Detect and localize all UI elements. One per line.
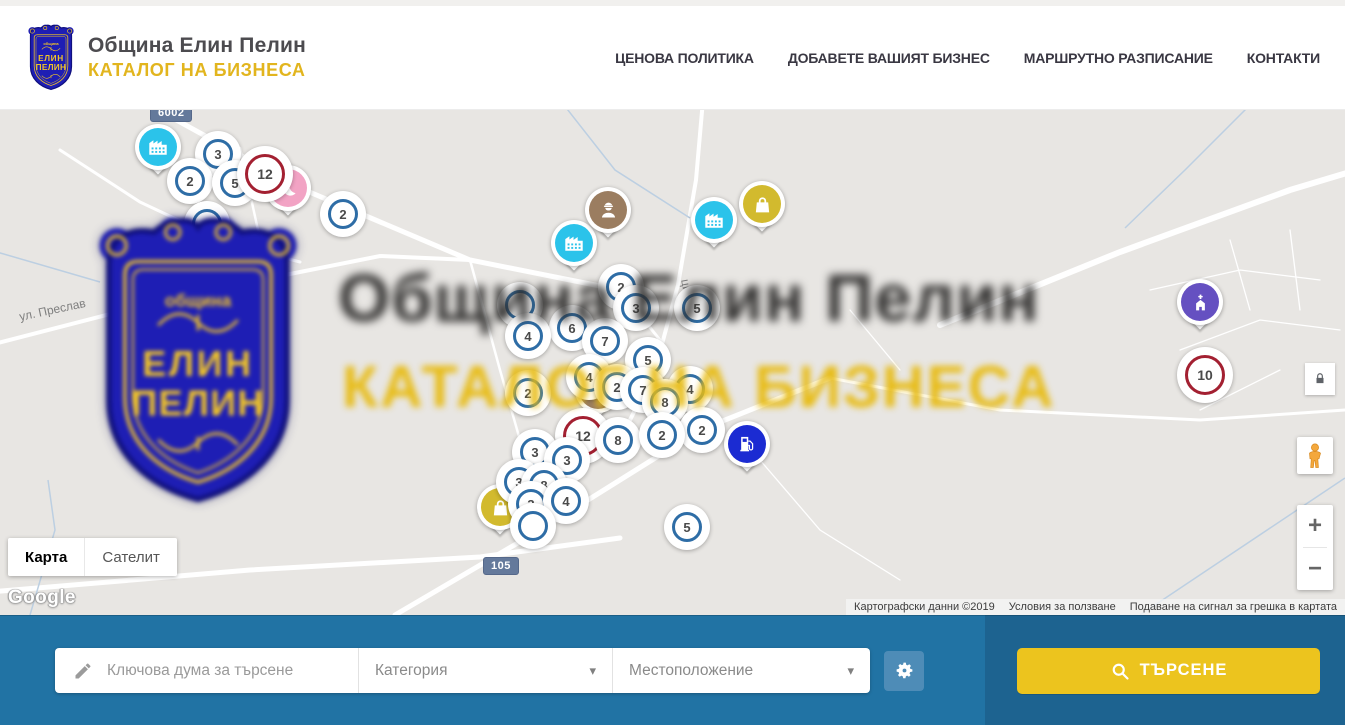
road-badge: 6002 — [150, 110, 192, 122]
zoom-out-button[interactable]: − — [1297, 548, 1333, 590]
search-button-label: ТЪРСЕНЕ — [1140, 661, 1228, 680]
map-pin-fuel[interactable] — [724, 421, 770, 483]
search-icon — [1110, 661, 1130, 681]
svg-text:ПЕЛИН: ПЕЛИН — [36, 63, 67, 72]
factory-icon — [703, 209, 725, 231]
site-subtitle: КАТАЛОГ НА БИЗНЕСА — [88, 60, 306, 81]
pegman-icon — [1305, 443, 1325, 469]
map-cluster-marker[interactable]: 2 — [505, 370, 551, 416]
nav-add-your-business[interactable]: ДОБАВЕТЕ ВАШИЯТ БИЗНЕС — [788, 50, 990, 66]
google-logo[interactable]: Google — [8, 587, 76, 609]
worker-icon — [598, 200, 619, 221]
map-type-control: Карта Сателит — [8, 538, 177, 576]
map-type-satellite-button[interactable]: Сателит — [84, 538, 177, 576]
lock-icon — [1313, 371, 1327, 387]
logo-text: Община Елин Пелин КАТАЛОГ НА БИЗНЕСА — [88, 34, 306, 81]
map-cluster-marker[interactable]: 12 — [237, 146, 293, 202]
map-cluster-marker[interactable] — [510, 503, 556, 549]
attribution-terms-link[interactable]: Условия за ползване — [1009, 601, 1116, 613]
site-logo[interactable]: община ЕЛИН ПЕЛИН Община Елин Пелин КАТА… — [25, 23, 306, 92]
map-pin-church[interactable] — [1177, 279, 1223, 341]
fuel-pump-icon — [737, 434, 757, 454]
map-cluster-marker[interactable]: 5 — [674, 285, 720, 331]
map-canvas[interactable]: община ЕЛИН ПЕЛИН Община Елин Пелин КАТА… — [0, 110, 1345, 615]
municipality-emblem-icon: община ЕЛИН ПЕЛИН — [25, 23, 77, 92]
map-pin-bag[interactable] — [739, 181, 785, 243]
map-cluster-marker[interactable]: 8 — [595, 417, 641, 463]
search-bar: Категория ▾ Местоположение ▾ ТЪРСЕНЕ — [0, 615, 1345, 725]
map-cluster-marker[interactable]: 10 — [1177, 347, 1233, 403]
zoom-in-button[interactable]: + — [1297, 505, 1333, 547]
nav-contacts[interactable]: КОНТАКТИ — [1247, 50, 1320, 66]
map-cluster-marker[interactable]: 4 — [505, 313, 551, 359]
factory-icon — [563, 232, 585, 254]
category-value: Категория — [375, 662, 447, 680]
map-pin-factory[interactable] — [691, 197, 737, 259]
nav-route-schedule[interactable]: МАРШРУТНО РАЗПИСАНИЕ — [1024, 50, 1213, 66]
category-select[interactable]: Категория ▾ — [358, 648, 612, 693]
shopping-bag-icon — [752, 194, 773, 215]
map-pin-worker[interactable] — [585, 187, 631, 249]
site-title: Община Елин Пелин — [88, 34, 306, 58]
search-bar-fields-area: Категория ▾ Местоположение ▾ — [0, 615, 985, 725]
location-value: Местоположение — [629, 662, 753, 680]
zoom-control: + − — [1297, 505, 1333, 590]
map-cluster-marker[interactable]: 2 — [679, 407, 725, 453]
church-icon — [1190, 292, 1211, 313]
nav-pricing-policy[interactable]: ЦЕНОВА ПОЛИТИКА — [615, 50, 754, 66]
location-select[interactable]: Местоположение ▾ — [612, 648, 870, 693]
gear-icon — [894, 660, 915, 681]
advanced-search-button[interactable] — [884, 651, 924, 691]
search-fields-panel: Категория ▾ Местоположение ▾ — [55, 648, 870, 693]
factory-icon — [147, 136, 169, 158]
pencil-icon — [73, 661, 93, 681]
svg-text:ЕЛИН: ЕЛИН — [38, 54, 64, 63]
map-type-map-button[interactable]: Карта — [8, 538, 84, 576]
street-view-pegman[interactable] — [1297, 437, 1333, 474]
svg-text:община: община — [43, 41, 59, 46]
map-cluster-marker[interactable]: 2 — [320, 191, 366, 237]
road-badge: 105 — [483, 557, 519, 575]
map-attribution: Картографски данни ©2019 Условия за полз… — [846, 599, 1345, 615]
map-lock-control[interactable] — [1305, 363, 1335, 395]
keyword-field[interactable] — [55, 648, 358, 693]
attribution-copyright: Картографски данни ©2019 — [854, 601, 995, 613]
header: община ЕЛИН ПЕЛИН Община Елин Пелин КАТА… — [0, 6, 1345, 110]
map-cluster-marker[interactable] — [184, 201, 230, 247]
chevron-down-icon: ▾ — [589, 663, 596, 679]
attribution-report-error-link[interactable]: Подаване на сигнал за грешка в картата — [1130, 601, 1337, 613]
search-button[interactable]: ТЪРСЕНЕ — [1017, 648, 1320, 694]
map-cluster-marker[interactable]: 2 — [167, 158, 213, 204]
map-cluster-marker[interactable]: 5 — [664, 504, 710, 550]
chevron-down-icon: ▾ — [847, 663, 854, 679]
keyword-input[interactable] — [105, 661, 344, 681]
map-cluster-marker[interactable]: 2 — [639, 412, 685, 458]
search-bar-action-area: ТЪРСЕНЕ — [985, 615, 1345, 725]
main-nav: ЦЕНОВА ПОЛИТИКА ДОБАВЕТЕ ВАШИЯТ БИЗНЕС М… — [615, 50, 1320, 66]
